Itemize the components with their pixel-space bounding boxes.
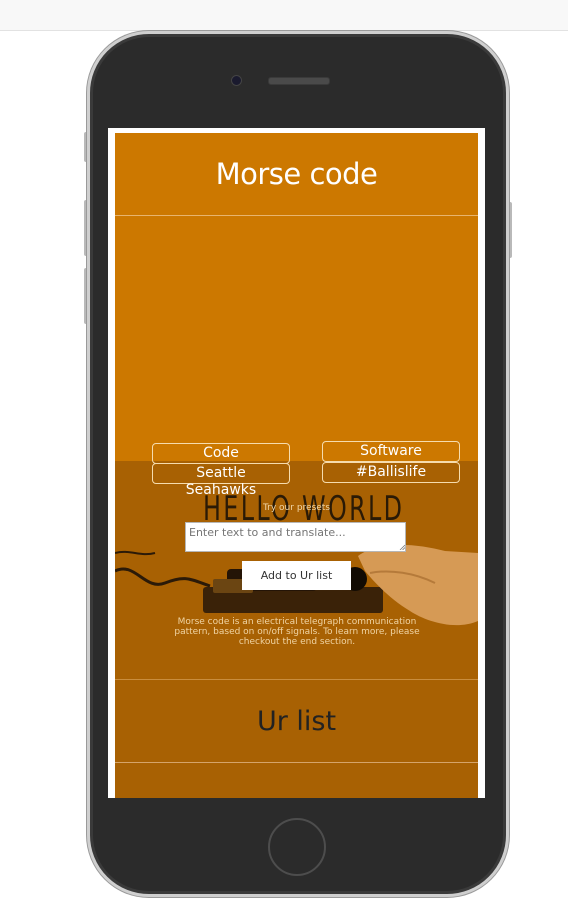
home-button-icon[interactable] [268, 818, 326, 876]
preset-seattle-seahawks-button[interactable]: Seattle Seahawks [152, 463, 290, 498]
preset-software-button[interactable]: Software [322, 441, 460, 462]
app-header: Morse code [115, 133, 478, 216]
preset-code-button[interactable]: Code [152, 443, 290, 464]
description-text: Morse code is an electrical telegraph co… [174, 617, 420, 647]
list-section-header: Ur list [115, 679, 478, 764]
phone-screen: Morse code HELLO WORLD Code Software Sea… [108, 128, 485, 798]
page-title: Morse code [215, 157, 378, 191]
earpiece-speaker-icon [268, 77, 330, 85]
front-camera-icon [231, 75, 242, 86]
resize-grip-icon[interactable] [399, 544, 405, 550]
browser-top-bar [0, 0, 568, 31]
list-title: Ur list [256, 705, 337, 737]
translate-text-input[interactable] [185, 522, 406, 552]
preset-ballislife-button[interactable]: #Ballislife [322, 462, 460, 483]
list-content-area [115, 763, 478, 798]
add-to-list-button[interactable]: Add to Ur list [242, 561, 351, 590]
morse-app: Morse code HELLO WORLD Code Software Sea… [115, 133, 478, 798]
presets-label: Try our presets [262, 503, 331, 513]
